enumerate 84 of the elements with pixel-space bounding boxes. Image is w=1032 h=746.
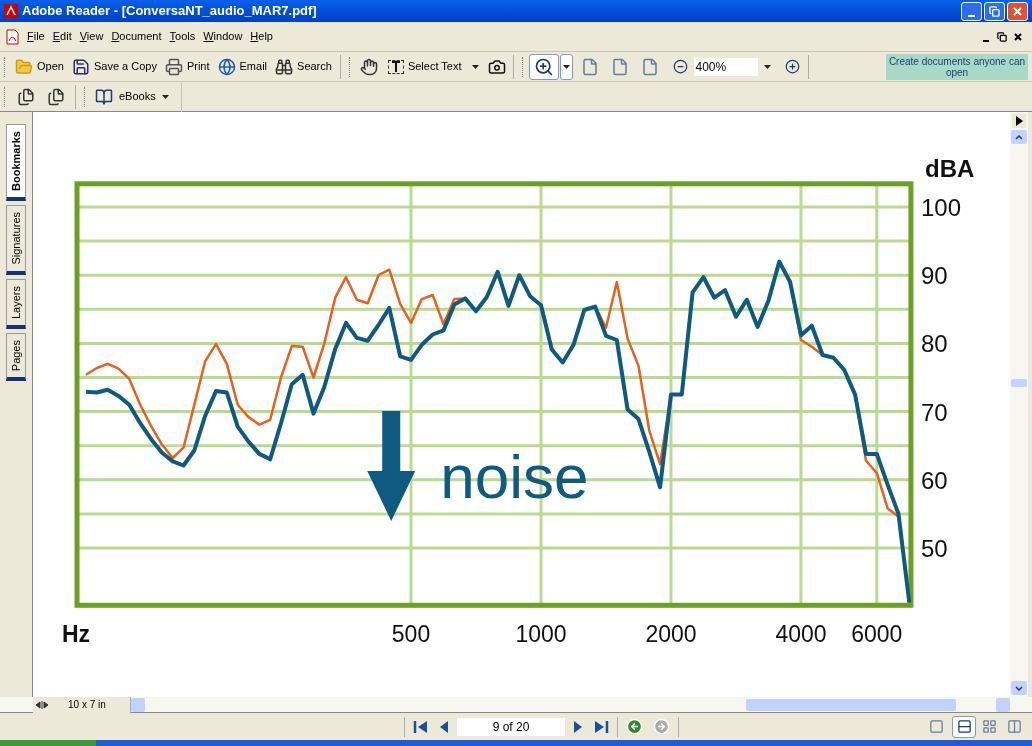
hand-icon xyxy=(359,57,378,76)
binoculars-icon xyxy=(275,57,294,76)
promo-button[interactable]: Create documents anyone can open xyxy=(886,53,1028,80)
zoom-field[interactable]: 400% xyxy=(693,57,758,76)
facing-pages-icon[interactable] xyxy=(982,719,997,734)
y-tick-label: 70 xyxy=(921,398,948,426)
horizontal-scrollbar[interactable] xyxy=(131,696,1010,713)
x-tick-label: 6000 xyxy=(851,621,903,647)
restore-icon xyxy=(989,5,1000,17)
first-page-icon[interactable] xyxy=(413,719,429,734)
zoom-in-icon xyxy=(533,56,554,77)
x-tick-label: 2000 xyxy=(645,621,697,647)
pages-import-icon[interactable] xyxy=(47,87,65,106)
y-tick-label: 100 xyxy=(921,194,962,221)
side-tab[interactable]: Pages xyxy=(6,332,26,381)
restore-button[interactable] xyxy=(984,1,1005,21)
zoom-in-icon[interactable] xyxy=(784,59,800,74)
globe-icon xyxy=(217,57,236,76)
ebooks-button[interactable]: eBooks xyxy=(91,87,173,106)
search-button[interactable]: Search xyxy=(271,54,336,79)
back-icon[interactable] xyxy=(626,718,643,735)
zoom-caret-icon xyxy=(763,64,771,69)
folder-icon xyxy=(15,57,33,76)
close-icon xyxy=(1013,6,1022,16)
menu-item[interactable]: Window xyxy=(203,28,243,45)
open-button[interactable]: Open xyxy=(11,54,68,79)
zoom-dropdown-button[interactable] xyxy=(559,53,573,80)
menu-item[interactable]: View xyxy=(79,28,104,45)
y-tick-label: 80 xyxy=(921,330,948,358)
resize-arrows-icon xyxy=(36,700,48,709)
scroll-thumb[interactable] xyxy=(1011,379,1027,387)
annotation-label: noise xyxy=(440,441,589,511)
next-page-icon[interactable] xyxy=(573,719,583,734)
y-tick-label: 90 xyxy=(921,262,948,290)
last-page-icon[interactable] xyxy=(593,719,609,734)
restore-icon xyxy=(997,31,1007,42)
chevron-up-icon[interactable] xyxy=(1015,134,1023,140)
chevron-down-icon[interactable] xyxy=(1015,685,1023,691)
page-icon[interactable] xyxy=(610,57,629,76)
pdf-app-icon xyxy=(4,4,18,18)
email-button[interactable]: Email xyxy=(213,54,272,79)
printer-icon xyxy=(164,57,183,76)
text-cursor-icon xyxy=(387,59,404,74)
page-number-field[interactable]: 9 of 20 xyxy=(457,717,565,736)
y-tick-label: 50 xyxy=(921,535,948,562)
page-icon[interactable] xyxy=(640,57,659,76)
caret-icon xyxy=(562,64,570,69)
menu-item[interactable]: Tools xyxy=(169,28,196,45)
down-arrow-icon xyxy=(367,411,416,521)
select-text-button[interactable]: Select Text xyxy=(381,54,485,79)
side-tab[interactable]: Layers xyxy=(6,278,26,329)
side-tab[interactable]: Signatures xyxy=(6,204,26,275)
window-title: Adobe Reader - [ConversaNT_audio_MAR7.pdf] xyxy=(22,2,317,21)
page-size-label: 10 x 7 in xyxy=(68,698,106,712)
x-tick-label: 500 xyxy=(391,621,431,647)
two-column-icon[interactable] xyxy=(1007,719,1022,734)
menu-item[interactable]: Edit xyxy=(52,28,72,45)
x-axis-label: Hz xyxy=(62,621,91,647)
pdf-document-icon xyxy=(6,28,19,45)
pages-export-icon[interactable] xyxy=(17,87,35,106)
zoom-in-tool-button[interactable] xyxy=(528,53,559,80)
rows-icon xyxy=(956,719,972,734)
continuous-view-button[interactable] xyxy=(952,715,976,738)
zoom-out-icon[interactable] xyxy=(672,59,688,74)
minimize-button[interactable] xyxy=(961,1,982,21)
save-copy-button[interactable]: Save a Copy xyxy=(67,54,161,79)
menu-item[interactable]: File xyxy=(27,28,45,45)
close-button[interactable] xyxy=(1007,1,1028,21)
camera-icon xyxy=(487,57,506,76)
x-tick-label: 4000 xyxy=(775,621,827,647)
close-icon xyxy=(1014,32,1022,41)
vertical-scrollbar[interactable] xyxy=(1010,112,1028,697)
previous-page-icon[interactable] xyxy=(439,719,449,734)
caret-icon xyxy=(471,64,479,69)
ebook-icon xyxy=(95,87,113,106)
y-axis-label: dBA xyxy=(925,155,975,182)
y-tick-label: 60 xyxy=(921,466,948,494)
print-button[interactable]: Print xyxy=(160,54,214,79)
caret-icon xyxy=(161,94,169,99)
menu-item[interactable]: Help xyxy=(250,28,273,45)
page-icon[interactable] xyxy=(580,57,599,76)
side-tab[interactable]: Bookmarks xyxy=(6,124,26,201)
x-tick-label: 1000 xyxy=(515,621,567,647)
menu-item[interactable]: Document xyxy=(111,28,162,45)
